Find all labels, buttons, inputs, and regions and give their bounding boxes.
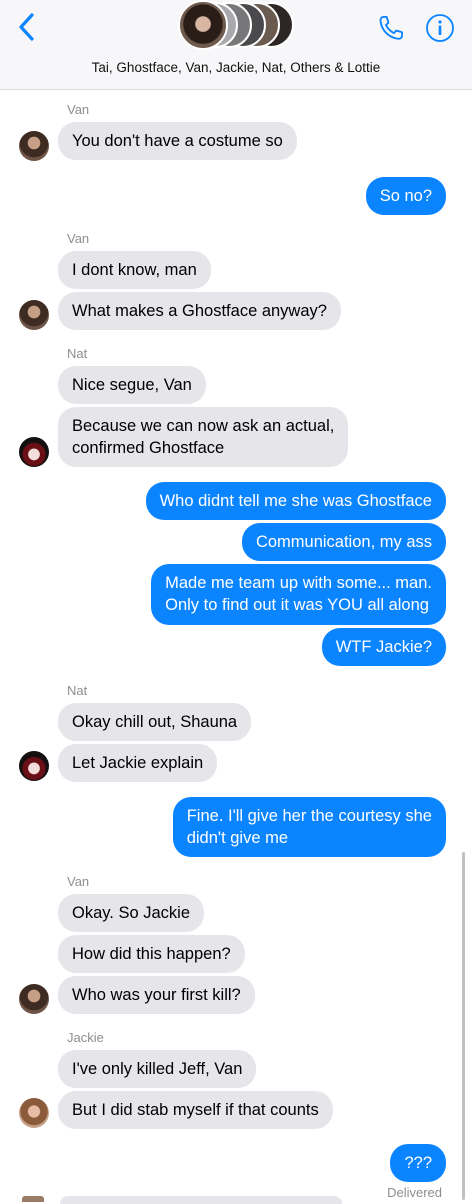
conversation-title[interactable]: Tai, Ghostface, Van, Jackie, Nat, Others… — [0, 60, 472, 75]
group-avatar-main — [178, 0, 228, 50]
message-bubble[interactable]: Fine. I'll give her the courtesy she did… — [172, 797, 446, 857]
message-bubble[interactable]: What makes a Ghostface anyway? — [58, 292, 341, 330]
message-bubble[interactable]: WTF Jackie? — [321, 628, 446, 666]
chevron-left-icon — [19, 13, 34, 41]
sender-name: Van — [67, 874, 90, 889]
sender-name: Jackie — [67, 1030, 104, 1045]
message-bubble[interactable]: But I did stab myself if that counts — [58, 1091, 333, 1129]
avatar[interactable] — [19, 1098, 49, 1128]
sender-name: Nat — [67, 346, 88, 361]
sender-name: Van — [67, 102, 90, 117]
group-avatar-stack[interactable] — [178, 0, 298, 52]
sender-name: Van — [67, 231, 90, 246]
avatar[interactable] — [19, 131, 49, 161]
delivered-status: Delivered — [387, 1185, 442, 1200]
sender-name: Nat — [67, 683, 88, 698]
scrollbar[interactable] — [462, 852, 465, 1200]
message-bubble[interactable]: I've only killed Jeff, Van — [58, 1050, 257, 1088]
phone-icon — [379, 16, 403, 40]
message-bubble[interactable]: ??? — [390, 1144, 446, 1182]
message-bubble — [60, 1196, 342, 1204]
message-bubble[interactable]: I dont know, man — [58, 251, 211, 289]
avatar[interactable] — [19, 984, 49, 1014]
avatar — [22, 1196, 44, 1202]
call-button[interactable] — [374, 12, 408, 46]
info-button[interactable] — [425, 13, 455, 43]
message-bubble[interactable]: Who was your first kill? — [58, 976, 255, 1014]
message-bubble[interactable]: Okay chill out, Shauna — [58, 703, 252, 741]
message-bubble[interactable]: So no? — [365, 177, 446, 215]
message-bubble[interactable]: Communication, my ass — [241, 523, 446, 561]
conversation-header: Tai, Ghostface, Van, Jackie, Nat, Others… — [0, 0, 472, 90]
message-bubble[interactable]: You don't have a costume so — [58, 122, 297, 160]
avatar[interactable] — [19, 751, 49, 781]
info-icon — [426, 14, 454, 42]
message-bubble[interactable]: How did this happen? — [58, 935, 245, 973]
avatar[interactable] — [19, 300, 49, 330]
message-bubble[interactable]: Because we can now ask an actual, confir… — [58, 407, 349, 467]
message-bubble[interactable]: Who didnt tell me she was Ghostface — [145, 482, 446, 520]
avatar[interactable] — [19, 437, 49, 467]
message-bubble[interactable]: Okay. So Jackie — [58, 894, 204, 932]
message-bubble[interactable]: Made me team up with some... man. Only t… — [151, 564, 446, 625]
back-button[interactable] — [12, 10, 44, 46]
message-bubble[interactable]: Nice segue, Van — [58, 366, 206, 404]
message-bubble[interactable]: Let Jackie explain — [58, 744, 218, 782]
